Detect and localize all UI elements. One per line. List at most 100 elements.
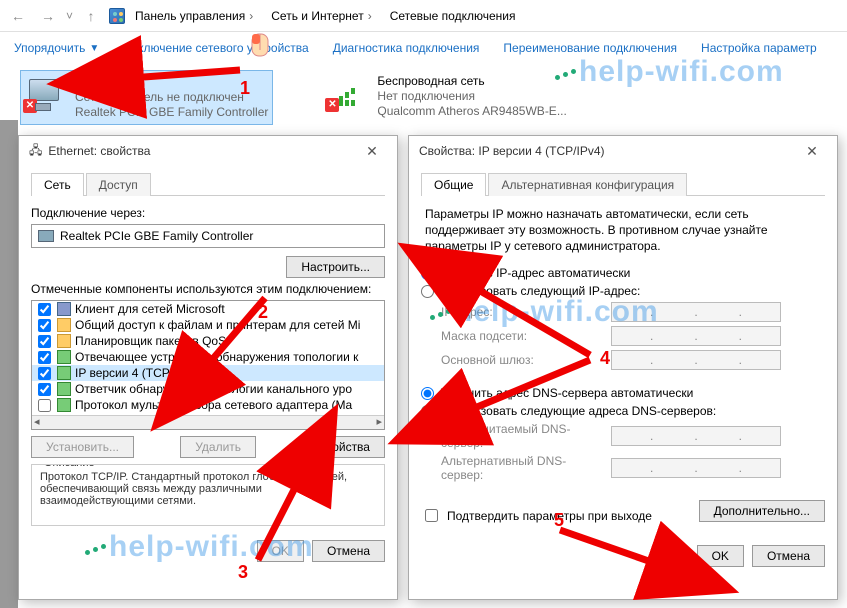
connection-status: Сетевой кабель не подключен (75, 90, 268, 105)
breadcrumb-leaf[interactable]: Сетевые подключения (386, 7, 520, 25)
components-list[interactable]: Клиент для сетей Microsoft Общий доступ … (31, 300, 385, 430)
connection-device: Realtek PCIe GBE Family Controller (75, 105, 268, 120)
toolbar: Упорядочить ▼ Отключение сетевого устрой… (0, 32, 847, 64)
tab-general[interactable]: Общие (421, 173, 486, 196)
ethernet-icon: ✕ (25, 75, 65, 111)
component-label: Общий доступ к файлам и принтерам для се… (75, 318, 360, 332)
component-check[interactable] (38, 351, 51, 364)
dns-manual-radio[interactable] (421, 405, 434, 418)
horizontal-scrollbar[interactable] (32, 415, 384, 429)
disable-device[interactable]: Отключение сетевого устройства (123, 41, 308, 55)
gateway-label: Основной шлюз: (441, 353, 601, 367)
dns-pref-input: ... (611, 426, 781, 446)
component-check[interactable] (38, 399, 51, 412)
properties-button[interactable]: Свойства (302, 436, 385, 458)
connection-device: Qualcomm Atheros AR9485WB-E... (377, 104, 566, 119)
component-item[interactable]: Протокол мультиплексора сетевого адаптер… (32, 397, 384, 413)
connection-status: Нет подключения (377, 89, 566, 104)
adapter-icon (38, 230, 54, 242)
component-check[interactable] (38, 383, 51, 396)
dns-alt-input: ... (611, 458, 781, 478)
cancel-button[interactable]: Отмена (312, 540, 385, 562)
disconnected-badge: ✕ (325, 98, 339, 112)
forward-button[interactable]: → (36, 4, 60, 28)
ip-auto-label: Получить IP-адрес автоматически (440, 266, 630, 280)
recent-dropdown[interactable]: ˅ (66, 9, 73, 23)
component-label: Клиент для сетей Microsoft (75, 302, 225, 316)
dns-alt-label: Альтернативный DNS-сервер: (441, 454, 601, 482)
organize-menu[interactable]: Упорядочить ▼ (14, 41, 99, 55)
connection-ethernet[interactable]: ✕ Ethernet Сетевой кабель не подключен R… (20, 70, 273, 125)
ip-manual-radio[interactable] (421, 285, 434, 298)
ip-manual-row[interactable]: Использовать следующий IP-адрес: (421, 284, 825, 298)
component-label: Отвечающее устройство обнаружения тополо… (75, 350, 358, 364)
ip-address-input: ... (611, 302, 781, 322)
component-item-ipv4[interactable]: IP версии 4 (TCP/IPv4) (32, 365, 384, 381)
confirm-on-exit-check[interactable] (425, 509, 438, 522)
confirm-on-exit-row[interactable]: Подтвердить параметры при выходе (421, 506, 652, 525)
dns-pref-label: Предпочитаемый DNS-сервер: (441, 422, 601, 450)
breadcrumb-mid[interactable]: Сеть и Интернет (267, 7, 379, 25)
ethernet-properties-dialog: 🖧 Ethernet: свойства ✕ Сеть Доступ Подкл… (18, 135, 398, 600)
dns-auto-radio[interactable] (421, 387, 434, 400)
subnet-mask-label: Маска подсети: (441, 329, 601, 343)
dns-manual-row[interactable]: Использовать следующие адреса DNS-сервер… (421, 404, 825, 418)
dns-auto-row[interactable]: Получить адрес DNS-сервера автоматически (421, 386, 825, 400)
component-item[interactable]: Отвечающее устройство обнаружения тополо… (32, 349, 384, 365)
up-button[interactable]: ↑ (79, 4, 103, 28)
cancel-button[interactable]: Отмена (752, 545, 825, 567)
ok-button[interactable]: OK (257, 540, 304, 562)
component-check[interactable] (38, 335, 51, 348)
close-button[interactable]: ✕ (357, 143, 387, 160)
dialog-titlebar[interactable]: 🖧 Ethernet: свойства ✕ (19, 136, 397, 166)
dns-manual-label: Использовать следующие адреса DNS-сервер… (440, 404, 716, 418)
ip-auto-row[interactable]: Получить IP-адрес автоматически (421, 266, 825, 280)
component-check[interactable] (38, 319, 51, 332)
component-item[interactable]: Ответчик обнаружения топологии канальног… (32, 381, 384, 397)
connection-settings[interactable]: Настройка параметр (701, 41, 817, 55)
chevron-down-icon: ▼ (89, 43, 99, 54)
connection-name: Ethernet (75, 75, 268, 90)
breadcrumb-root[interactable]: Панель управления (131, 7, 261, 25)
component-check[interactable] (38, 303, 51, 316)
dialog-titlebar[interactable]: Свойства: IP версии 4 (TCP/IPv4) ✕ (409, 136, 837, 166)
adapter-mini-icon: 🖧 (29, 141, 42, 162)
adapter-name: Realtek PCIe GBE Family Controller (60, 229, 253, 243)
rename-connection[interactable]: Переименование подключения (503, 41, 677, 55)
tabs: Сеть Доступ (31, 172, 385, 196)
explorer-edge (0, 120, 18, 608)
ip-address-label: IP-адрес: (441, 305, 601, 319)
remove-button[interactable]: Удалить (180, 436, 256, 458)
component-label: Протокол мультиплексора сетевого адаптер… (75, 398, 352, 412)
back-button[interactable]: ← (6, 4, 30, 28)
dialog-title: Свойства: IP версии 4 (TCP/IPv4) (419, 144, 605, 158)
ip-auto-radio[interactable] (421, 267, 434, 280)
component-item[interactable]: Клиент для сетей Microsoft (32, 301, 384, 317)
tab-network[interactable]: Сеть (31, 173, 84, 196)
connect-via-label: Подключение через: (31, 206, 385, 220)
install-button[interactable]: Установить... (31, 436, 134, 458)
wifi-icon: ✕ (327, 74, 367, 110)
configure-button[interactable]: Настроить... (286, 256, 385, 278)
ok-button[interactable]: OK (697, 545, 744, 567)
component-label: Ответчик обнаружения топологии канальног… (75, 382, 352, 396)
component-icon (57, 350, 71, 364)
connection-wifi[interactable]: ✕ Беспроводная сеть Нет подключения Qual… (323, 70, 573, 125)
component-icon (57, 366, 71, 380)
diagnose-connection[interactable]: Диагностика подключения (333, 41, 480, 55)
intro-text: Параметры IP можно назначать автоматичес… (425, 206, 821, 254)
ip-manual-label: Использовать следующий IP-адрес: (440, 284, 640, 298)
tab-access[interactable]: Доступ (86, 173, 151, 196)
disconnected-badge: ✕ (23, 99, 37, 113)
component-icon (57, 334, 71, 348)
description-heading: Описание (40, 464, 99, 469)
connections-panel: ✕ Ethernet Сетевой кабель не подключен R… (0, 64, 847, 131)
component-label: IP версии 4 (TCP/IPv4) (75, 366, 201, 380)
component-item[interactable]: Общий доступ к файлам и принтерам для се… (32, 317, 384, 333)
close-button[interactable]: ✕ (797, 143, 827, 160)
dns-auto-label: Получить адрес DNS-сервера автоматически (440, 386, 693, 400)
component-check[interactable] (38, 367, 51, 380)
component-item[interactable]: Планировщик пакетов QoS (32, 333, 384, 349)
advanced-button[interactable]: Дополнительно... (699, 500, 825, 522)
tab-alt-config[interactable]: Альтернативная конфигурация (488, 173, 687, 196)
